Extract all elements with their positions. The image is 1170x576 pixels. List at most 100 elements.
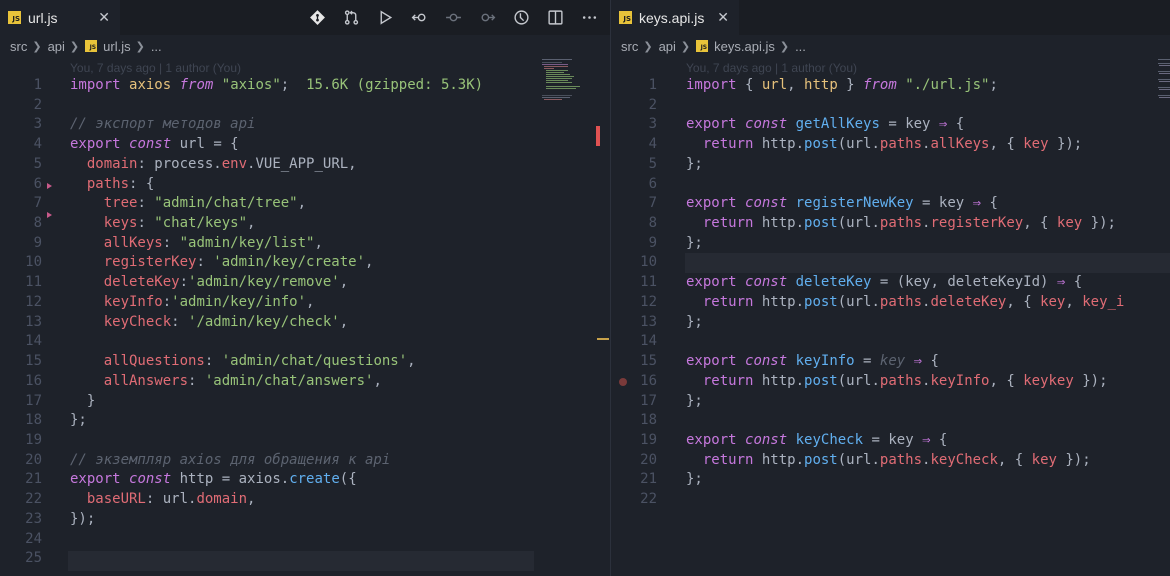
- minimap[interactable]: [1158, 57, 1170, 117]
- code-token: (url.: [837, 136, 880, 153]
- code-line[interactable]: 5 domain: process.env.VUE_APP_URL,: [0, 155, 610, 175]
- code-line[interactable]: 19 export const keyCheck = key ⇒ {: [611, 431, 1170, 451]
- code-line[interactable]: 12 keyInfo:'admin/key/info',: [0, 293, 610, 313]
- code-line[interactable]: 18};: [0, 411, 610, 431]
- code-line[interactable]: 16 allAnswers: 'admin/chat/answers',: [0, 372, 610, 392]
- code-text: export const getAllKeys = key ⇒ {: [686, 115, 964, 135]
- code-token: }: [70, 392, 96, 409]
- code-text: keyInfo:'admin/key/info',: [70, 293, 315, 313]
- code-token: ⇒: [922, 431, 931, 448]
- code-line[interactable]: 12 return http.post(url.paths.deleteKey,…: [611, 293, 1170, 313]
- code-line[interactable]: 7 tree: "admin/chat/tree",: [0, 194, 610, 214]
- breadcrumb-src[interactable]: src: [10, 39, 27, 54]
- code-line[interactable]: 24: [0, 530, 610, 550]
- code-line[interactable]: 14: [611, 332, 1170, 352]
- code-line[interactable]: 17};: [611, 392, 1170, 412]
- compare-changes-icon[interactable]: [334, 0, 368, 35]
- breadcrumb-file[interactable]: url.js: [103, 39, 130, 54]
- code-line[interactable]: 22 baseURL: url.domain,: [0, 490, 610, 510]
- code-line[interactable]: 17 }: [0, 392, 610, 412]
- code-line[interactable]: 8 return http.post(url.paths.registerKey…: [611, 214, 1170, 234]
- fold-arrow-icon[interactable]: [47, 183, 52, 189]
- code-line[interactable]: 3 export const getAllKeys = key ⇒ {: [611, 115, 1170, 135]
- code-line[interactable]: 22: [611, 490, 1170, 510]
- code-token: baseURL: [86, 491, 146, 508]
- code-lines[interactable]: 1 import { url, http } from "./url.js"; 2 3…: [611, 76, 1170, 510]
- code-line[interactable]: 11 export const deleteKey = (key, deleteK…: [611, 273, 1170, 293]
- code-line[interactable]: 21};: [611, 470, 1170, 490]
- code-line[interactable]: 1 import axios from "axios"; 15.6K (gzipp…: [0, 76, 610, 96]
- run-icon[interactable]: [368, 0, 402, 35]
- code-line[interactable]: 9};: [611, 234, 1170, 254]
- code-token: 'admin/key/create': [213, 254, 366, 271]
- code-line[interactable]: 7 export const registerNewKey = key ⇒ {: [611, 194, 1170, 214]
- breadcrumb-symbol[interactable]: ...: [151, 39, 162, 54]
- breadcrumb-src[interactable]: src: [621, 39, 638, 54]
- code-line[interactable]: 13};: [611, 313, 1170, 333]
- code-lines[interactable]: 1 import axios from "axios"; 15.6K (gzipp…: [0, 76, 610, 569]
- code-line[interactable]: 21 export const http = axios.create({: [0, 470, 610, 490]
- codelens-blame[interactable]: You, 7 days ago | 1 author (You): [686, 61, 857, 75]
- code-line[interactable]: 5};: [611, 155, 1170, 175]
- commit-icon[interactable]: [436, 0, 470, 35]
- code-line[interactable]: 6: [611, 175, 1170, 195]
- code-line[interactable]: 11 deleteKey:'admin/key/remove',: [0, 273, 610, 293]
- code-line[interactable]: 15 allQuestions: 'admin/chat/questions',: [0, 352, 610, 372]
- code-token: post: [804, 136, 838, 153]
- code-token: export: [686, 353, 737, 370]
- code-line[interactable]: 23});: [0, 510, 610, 530]
- tab-keys-api-js[interactable]: JS keys.api.js ✕: [611, 0, 739, 35]
- code-line[interactable]: 16 return http.post(url.paths.keyInfo, {…: [611, 372, 1170, 392]
- code-line[interactable]: 20 return http.post(url.paths.keyCheck, …: [611, 451, 1170, 471]
- code-line[interactable]: 14: [0, 332, 610, 352]
- code-token: : process.: [137, 155, 222, 172]
- code-line[interactable]: 18: [611, 411, 1170, 431]
- codelens-blame[interactable]: You, 7 days ago | 1 author (You): [70, 61, 241, 75]
- code-line[interactable]: 10 registerKey: 'admin/key/create',: [0, 253, 610, 273]
- code-line[interactable]: 20 // экземпляр axios для обращения к api: [0, 451, 610, 471]
- close-icon[interactable]: ✕: [98, 10, 110, 26]
- close-icon[interactable]: ✕: [717, 10, 729, 26]
- code-token: import: [686, 77, 737, 93]
- minimap[interactable]: [542, 57, 594, 107]
- code-token: 'admin/chat/answers': [204, 372, 374, 389]
- code-token: return: [702, 136, 754, 153]
- code-text: export const registerNewKey = key ⇒ {: [686, 194, 998, 214]
- next-change-icon[interactable]: [470, 0, 504, 35]
- code-line[interactable]: 4 return http.post(url.paths.allKeys, { …: [611, 135, 1170, 155]
- source-control-icon[interactable]: [300, 0, 334, 35]
- code-token: .VUE_APP_URL,: [247, 155, 357, 172]
- more-actions-icon[interactable]: [572, 0, 606, 35]
- code-line[interactable]: 15 export const keyInfo = key ⇒ {: [611, 352, 1170, 372]
- code-line[interactable]: 1 import { url, http } from "./url.js";: [611, 76, 1170, 96]
- breadcrumb-api[interactable]: api: [659, 39, 676, 54]
- code-line[interactable]: 4 export const url = {: [0, 135, 610, 155]
- code-line[interactable]: 3 // экспорт методов api: [0, 115, 610, 135]
- code-token: allKeys: [930, 136, 990, 153]
- code-token: 15.6K (gzipped: 5.3K): [306, 77, 484, 93]
- breadcrumb-file[interactable]: keys.api.js: [714, 39, 775, 54]
- code-line[interactable]: 2: [611, 96, 1170, 116]
- code-line[interactable]: 2: [0, 96, 610, 116]
- previous-change-icon[interactable]: [402, 0, 436, 35]
- split-editor-icon[interactable]: [538, 0, 572, 35]
- breadcrumb-symbol[interactable]: ...: [795, 39, 806, 54]
- code-line[interactable]: 19: [0, 431, 610, 451]
- breakpoint-icon[interactable]: [619, 378, 627, 386]
- fold-arrow-icon[interactable]: [47, 212, 52, 218]
- code-line[interactable]: 8 keys: "chat/keys",: [0, 214, 610, 234]
- code-line[interactable]: 10: [611, 253, 1170, 273]
- tab-url-js[interactable]: JS url.js ✕: [0, 0, 120, 35]
- code-line[interactable]: 25: [0, 549, 610, 569]
- code-line[interactable]: 9 allKeys: "admin/key/list",: [0, 234, 610, 254]
- timeline-icon[interactable]: [504, 0, 538, 35]
- breadcrumb-api[interactable]: api: [48, 39, 65, 54]
- code-line[interactable]: 6 paths: {: [0, 175, 610, 195]
- code-token: paths: [879, 136, 923, 153]
- code-line[interactable]: 13 keyCheck: '/admin/key/check',: [0, 313, 610, 333]
- vertical-scrollbar[interactable]: [594, 57, 609, 576]
